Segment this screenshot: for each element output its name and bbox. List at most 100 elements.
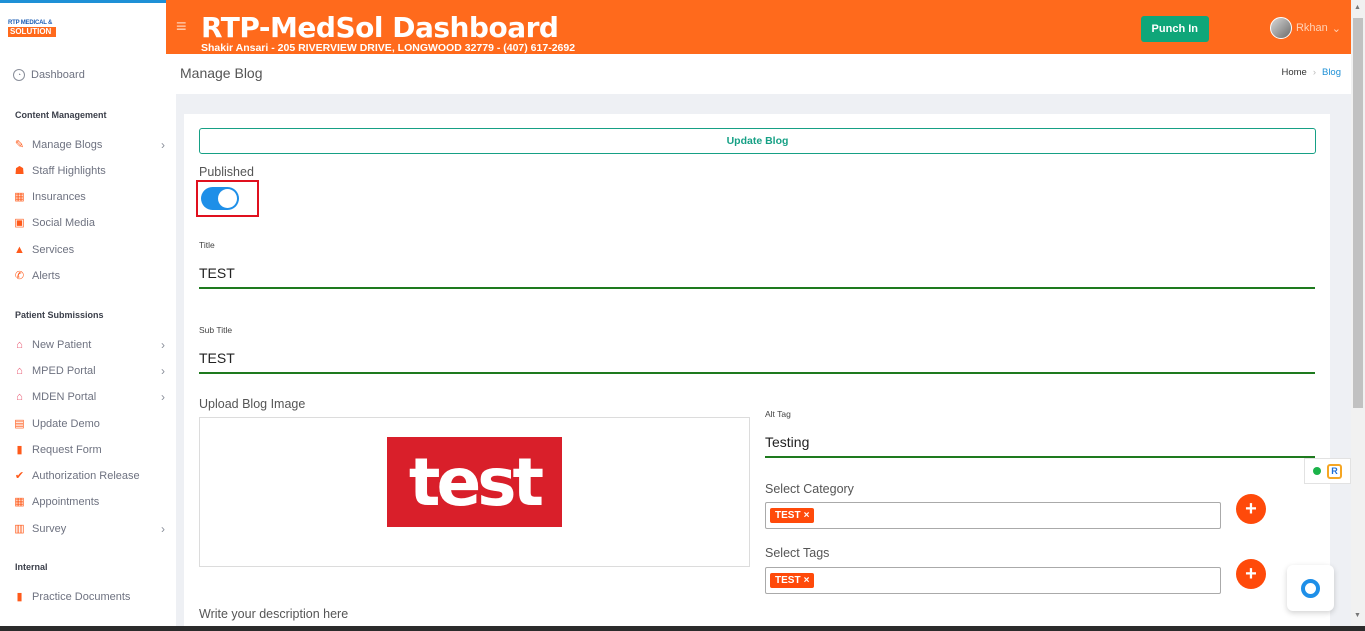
user-badge-icon: ☗ bbox=[14, 165, 25, 177]
category-chip: TEST × bbox=[770, 508, 815, 523]
chevron-right-icon: › bbox=[1312, 67, 1316, 78]
section-content-management: Content Management bbox=[15, 110, 107, 120]
calendar-icon: ▦ bbox=[14, 496, 25, 508]
chip-label: TEST bbox=[775, 575, 801, 586]
sidebar-item-alerts[interactable]: ✆ Alerts bbox=[13, 269, 165, 283]
subtitle-label: Sub Title bbox=[199, 325, 233, 335]
sidebar-item-label: Survey bbox=[32, 522, 67, 535]
hamburger-icon[interactable]: ≡ bbox=[176, 16, 187, 37]
sidebar-item-label: Staff Highlights bbox=[32, 164, 106, 177]
home-icon: ⌂ bbox=[16, 364, 23, 377]
sidebar-item-update-demo[interactable]: ▤ Update Demo bbox=[13, 417, 165, 431]
app-title: RTP-MedSol Dashboard bbox=[201, 11, 559, 44]
sidebar-item-request-form[interactable]: ▮ Request Form bbox=[13, 443, 165, 457]
phone-icon: ✆ bbox=[14, 270, 25, 282]
user-menu[interactable]: Rkhan ⌄ bbox=[1269, 17, 1341, 39]
top-bar: ≡ RTP-MedSol Dashboard Shakir Ansari - 2… bbox=[166, 0, 1351, 54]
add-tag-button[interactable]: + bbox=[1236, 559, 1266, 589]
sidebar-item-practice-documents[interactable]: ▮ Practice Documents bbox=[13, 590, 165, 604]
sidebar-item-authorization-release[interactable]: ✔ Authorization Release bbox=[13, 469, 165, 483]
chevron-right-icon: › bbox=[161, 363, 165, 378]
sidebar-item-label: MPED Portal bbox=[32, 364, 96, 377]
sidebar-item-label: Social Media bbox=[32, 216, 95, 229]
practice-address: Shakir Ansari - 205 RIVERVIEW DRIVE, LON… bbox=[201, 42, 576, 54]
building-icon: ▦ bbox=[14, 191, 25, 203]
file-icon: ▮ bbox=[16, 444, 23, 456]
sidebar-item-insurances[interactable]: ▦ Insurances bbox=[13, 190, 165, 204]
blog-icon: ✎ bbox=[14, 139, 25, 151]
breadcrumb-home[interactable]: Home bbox=[1281, 67, 1306, 78]
close-icon[interactable]: × bbox=[804, 510, 810, 521]
sidebar-item-mden-portal[interactable]: ⌂ MDEN Portal › bbox=[13, 389, 165, 404]
title-underline bbox=[199, 287, 1315, 289]
image-upload-area[interactable]: test bbox=[199, 417, 750, 567]
sidebar-item-manage-blogs[interactable]: ✎ Manage Blogs › bbox=[13, 137, 165, 152]
page-title: Manage Blog bbox=[180, 65, 263, 81]
sidebar-item-new-patient[interactable]: ⌂ New Patient › bbox=[13, 337, 165, 352]
subtitle-input[interactable]: TEST bbox=[199, 350, 235, 366]
lifebuoy-icon bbox=[1301, 578, 1320, 598]
clipboard-icon: ▮ bbox=[16, 591, 23, 603]
toggle-knob bbox=[218, 189, 237, 208]
tags-label: Select Tags bbox=[765, 546, 830, 560]
help-button[interactable] bbox=[1287, 565, 1334, 611]
scroll-up-icon[interactable]: ▲ bbox=[1354, 4, 1361, 11]
service-bell-icon: ▲ bbox=[14, 243, 25, 256]
sidebar-item-survey[interactable]: ▥ Survey › bbox=[13, 521, 165, 536]
chevron-right-icon: › bbox=[161, 337, 165, 352]
shield-check-icon: ✔ bbox=[14, 470, 25, 482]
logo-top-text: RTP MEDICAL & bbox=[8, 20, 53, 26]
description-label: Write your description here bbox=[199, 607, 349, 621]
blog-form-card: Update Blog Published Title TEST Sub Tit… bbox=[184, 114, 1330, 631]
section-patient-submissions: Patient Submissions bbox=[15, 310, 104, 320]
sidebar-item-services[interactable]: ▲ Services bbox=[13, 243, 165, 256]
page-scrollbar[interactable]: ▲ ▼ bbox=[1351, 0, 1365, 631]
close-icon[interactable]: × bbox=[804, 575, 810, 586]
punch-in-button[interactable]: Punch In bbox=[1140, 16, 1209, 42]
title-input[interactable]: TEST bbox=[199, 265, 235, 281]
blog-image-preview: test bbox=[387, 437, 562, 527]
sidebar-item-staff-highlights[interactable]: ☗ Staff Highlights bbox=[13, 164, 165, 178]
bar-chart-icon: ▥ bbox=[14, 523, 25, 535]
add-category-button[interactable]: + bbox=[1236, 494, 1266, 524]
breadcrumb-current: Blog bbox=[1321, 67, 1341, 78]
published-toggle[interactable] bbox=[201, 187, 239, 210]
scroll-thumb[interactable] bbox=[1353, 18, 1363, 408]
extension-widget[interactable]: R bbox=[1304, 458, 1351, 484]
scroll-down-icon[interactable]: ▼ bbox=[1354, 612, 1361, 619]
speedometer-icon: ◔ bbox=[13, 69, 25, 81]
chip-label: TEST bbox=[775, 510, 801, 521]
chevron-right-icon: › bbox=[161, 137, 165, 152]
published-toggle-highlight bbox=[196, 180, 259, 217]
sidebar-item-mped-portal[interactable]: ⌂ MPED Portal › bbox=[13, 363, 165, 378]
update-blog-button[interactable]: Update Blog bbox=[199, 128, 1316, 154]
sidebar-item-label: Authorization Release bbox=[32, 469, 140, 482]
alt-tag-label: Alt Tag bbox=[765, 409, 791, 419]
alt-tag-input[interactable]: Testing bbox=[765, 434, 809, 450]
logo[interactable]: RTP MEDICAL & SOLUTION bbox=[0, 0, 166, 54]
upload-image-label: Upload Blog Image bbox=[199, 397, 306, 411]
sidebar-item-label: Dashboard bbox=[31, 69, 85, 81]
breadcrumb: Home › Blog bbox=[1281, 67, 1341, 78]
alt-tag-underline bbox=[765, 456, 1315, 458]
title-label: Title bbox=[199, 240, 215, 250]
sidebar-item-label: Services bbox=[32, 243, 75, 256]
category-select[interactable]: TEST × bbox=[765, 502, 1221, 529]
page-header: Manage Blog Home › Blog bbox=[176, 54, 1351, 94]
subtitle-underline bbox=[199, 372, 1315, 374]
sidebar-item-appointments[interactable]: ▦ Appointments bbox=[13, 495, 165, 509]
chevron-right-icon: › bbox=[161, 389, 165, 404]
sidebar-item-label: New Patient bbox=[32, 338, 92, 351]
tags-select[interactable]: TEST × bbox=[765, 567, 1221, 594]
status-dot-icon bbox=[1313, 467, 1321, 475]
sidebar-item-label: Manage Blogs bbox=[32, 138, 103, 151]
logo-bottom-text: SOLUTION bbox=[8, 27, 56, 37]
logo-mark: RTP MEDICAL & SOLUTION bbox=[8, 18, 58, 40]
sidebar-item-dashboard[interactable]: ◔ Dashboard bbox=[13, 69, 165, 81]
avatar bbox=[1269, 17, 1292, 39]
home-icon: ⌂ bbox=[16, 390, 23, 403]
chevron-right-icon: › bbox=[161, 521, 165, 536]
extension-logo-icon: R bbox=[1327, 463, 1342, 479]
sidebar-item-social-media[interactable]: ▣ Social Media bbox=[13, 216, 165, 230]
id-card-icon: ▤ bbox=[14, 418, 25, 430]
